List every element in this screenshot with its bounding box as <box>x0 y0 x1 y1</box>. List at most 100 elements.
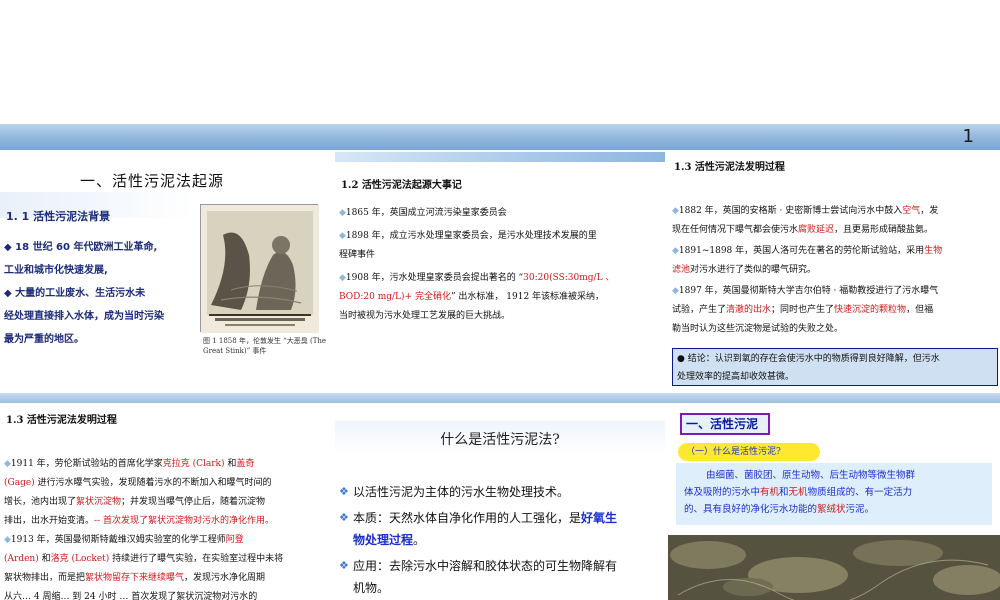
text-span: 1911 年，劳伦斯试验站的首席化学家 <box>10 459 163 469</box>
text-span: 1897 年，英国曼彻斯特大学吉尔伯特 · 福勒教授进行了污水曝气 <box>678 286 939 296</box>
text-span: 对污水进行了类似的曝气研究。 <box>690 265 817 275</box>
highlight-text: (Gage) <box>4 478 35 488</box>
invention-history-cont: ◆1911 年，劳伦斯试验站的首席化学家克拉克 (Clark) 和盖奇 (Gag… <box>4 455 330 600</box>
text-span: 进行污水曝气实验，发现随着污水的不断加入和曝气时间的 <box>34 478 272 488</box>
highlight-text: 清澈的出水 <box>726 305 772 315</box>
definition-box: 由细菌、菌胶团、原生动物、后生动物等微生物群 体及吸附的污水中有机和无机物质组成… <box>676 463 992 525</box>
application-item: ❖ 应用：去除污水中溶解和胶体状态的可生物降解有 机物。 <box>339 555 653 599</box>
diamond-bullet-icon: ❖ <box>339 559 349 572</box>
slide-panel-origin[interactable]: 一、活性污泥法起源 1. 1 活性污泥法背景 ◆ 18 世纪 60 年代欧洲工业… <box>0 152 332 390</box>
conclusion-text: ● 结论：认识到氧的存在会使污水中的物质得到良好降解，但污水 <box>677 354 940 364</box>
panel-top-strip <box>335 152 665 162</box>
text-span: 排出，出水开始变清。 <box>4 516 95 526</box>
text-span: ；并发现当曝气停止后，随着沉淀物 <box>121 497 266 507</box>
highlight-text: 阿登 <box>225 535 244 545</box>
highlight-text: 物处理过程 <box>353 533 414 547</box>
diamond-bullet-icon: ◆ <box>672 246 679 256</box>
text-span: 。 <box>413 533 426 547</box>
highlight-text: 絮绒状 <box>817 504 846 515</box>
highlight-text: 盖奇 <box>236 459 255 469</box>
text-span: 体及吸附的污水中 <box>684 487 761 498</box>
text-span: 勒当时认为这些沉淀物是试验的失败之处。 <box>672 324 844 334</box>
text-span: 和 <box>779 487 789 498</box>
highlight-text: 快速沉淀的颗粒物 <box>834 305 907 315</box>
text-line: 经处理直接排入水体，成为当时污染 <box>4 311 164 322</box>
text-span: 由细菌、菌胶团、原生动物、后生动物等微生物群 <box>706 470 916 481</box>
section-heading: 1.2 活性污泥法起源大事记 <box>341 180 462 191</box>
text-span: ，但福 <box>906 305 934 315</box>
text-line: ◆ 大量的工业废水、生活污水未 <box>4 288 146 299</box>
section-tag: 一、活性污泥 <box>680 413 770 435</box>
highlight-text: 生物 <box>924 246 943 256</box>
text-span: 本质：天然水体自净化作用的人工强化，是 <box>353 511 582 525</box>
text-span: ，且更易形成硝酸盐氨。 <box>834 225 934 235</box>
text-span: 和 <box>38 554 51 564</box>
highlight-text: 有机 <box>760 487 780 498</box>
highlight-text: 絮状沉淀物 <box>76 497 122 507</box>
text-span: 和 <box>224 459 237 469</box>
milestone-1908: 1908 年，污水处理皇家委员会提出著名的 “ <box>345 273 524 283</box>
diamond-bullet-icon: ❖ <box>339 511 349 524</box>
slide-panel-invention[interactable]: 1.3 活性污泥法发明过程 ◆1882 年，英国的安格斯 · 史密斯博士尝试向污… <box>668 152 1000 390</box>
page-number: 1 <box>962 126 974 147</box>
slide-title: 一、活性污泥法起源 <box>80 172 225 190</box>
diamond-bullet-icon: ◆ <box>4 459 11 469</box>
top-banner: 1 <box>0 124 1000 150</box>
microscope-sludge-image <box>668 535 1000 600</box>
highlight-text: (Arden) <box>4 554 39 564</box>
milestone-1898: 1898 年，成立污水处理皇家委员会，是污水处理技术发展的里 <box>345 231 597 241</box>
milestone-list: ◆1865 年，英国成立河流污染皇家委员会 ◆1898 年，成立污水处理皇家委员… <box>339 204 661 326</box>
background-text: ◆ 18 世纪 60 年代欧洲工业革命, 工业和城市化快速发展, ◆ 大量的工业… <box>4 236 194 351</box>
slide-panel-definition[interactable]: 什么是活性污泥法? ❖ 以活性污泥为主体的污水生物处理技术。 ❖ 本质：天然水体自净… <box>335 403 665 600</box>
text-span: 絮状物排出，而是把 <box>4 573 86 583</box>
diamond-bullet-icon: ◆ <box>4 535 11 545</box>
text-span: ，发 <box>920 206 939 216</box>
text-span: 1913 年，英国曼彻斯特戴维汉姆实验室的化学工程师 <box>10 535 226 545</box>
text-span: 机物。 <box>353 581 390 595</box>
text-span: 物质组成的、有一定活力 <box>807 487 913 498</box>
diamond-bullet-icon: ◆ <box>672 206 679 216</box>
section-heading: 1.3 活性污泥法发明过程 <box>674 162 785 173</box>
invention-history: ◆1882 年，英国的安格斯 · 史密斯博士尝试向污水中鼓入空气，发 现在任何情… <box>672 202 998 339</box>
highlight-text: 空气 <box>902 206 921 216</box>
diamond-bullet-icon: ◆ <box>339 273 346 283</box>
milestone-1865: 1865 年，英国成立河流污染皇家委员会 <box>345 208 507 218</box>
text-span: 以活性污泥为主体的污水生物处理技术。 <box>353 485 570 499</box>
highlight-text: 滤池 <box>672 265 691 275</box>
text-span: 1891~1898 年，英国人洛可先在著名的劳伦斯试验站，采用 <box>678 246 925 256</box>
text-span: 试验，产生了 <box>672 305 727 315</box>
question-pill: （一）什么是活性污泥? <box>678 443 820 461</box>
text-line: ◆ 18 世纪 60 年代欧洲工业革命, <box>4 242 158 253</box>
text-line: 最为严重的地区。 <box>4 334 84 345</box>
slide-title: 什么是活性污泥法? <box>440 432 560 448</box>
highlight-text: 腐败延迟 <box>798 225 835 235</box>
text-span: 应用：去除污水中溶解和胶体状态的可生物降解有 <box>353 559 618 573</box>
slide-panel-invention-2[interactable]: 1.3 活性污泥法发明过程 ◆1911 年，劳伦斯试验站的首席化学家克拉克 (C… <box>0 403 332 600</box>
text-span: 从六… 4 周缩… 到 24 小时 … 首次发现了絮状沉淀物对污水的 <box>4 592 258 600</box>
definition-item: ❖ 以活性污泥为主体的污水生物处理技术。 <box>339 481 653 503</box>
section-subtitle: 1. 1 活性污泥法背景 <box>6 210 111 223</box>
highlight-text: -- 首次发现了絮状沉淀物对污水的净化作用。 <box>94 516 274 526</box>
text-span: 增长，池内出现了 <box>4 497 77 507</box>
highlight-text: 絮状物留存下来继续曝气 <box>85 573 185 583</box>
highlight-text: 洛克 (Locket) <box>50 554 110 564</box>
text-span: 1882 年，英国的安格斯 · 史密斯博士尝试向污水中鼓入 <box>678 206 903 216</box>
standard-highlight: 30:20(SS:30mg/L 、 <box>523 273 615 283</box>
text-span: ，发现污水净化周期 <box>184 573 266 583</box>
great-stink-cartoon-image <box>200 204 319 333</box>
milestone-1898-cont: 程碑事件 <box>339 250 376 260</box>
slide-panel-milestones[interactable]: 1.2 活性污泥法起源大事记 ◆1865 年，英国成立河流污染皇家委员会 ◆18… <box>335 152 665 390</box>
middle-banner <box>0 393 1000 403</box>
slide-panel-activated-sludge[interactable]: 一、活性污泥 （一）什么是活性污泥? 由细菌、菌胶团、原生动物、后生动物等微生物… <box>668 403 1000 600</box>
conclusion-text: 处理效率的提高却收效甚微。 <box>677 372 795 382</box>
milestone-1908-cont: ” 出水标准， 1912 年该标准被采纳， <box>450 292 605 302</box>
standard-highlight: BOD:20 mg/L)+ 完全硝化 <box>339 292 451 302</box>
diamond-bullet-icon: ◆ <box>339 231 346 241</box>
milestone-1908-cont: 当时被视为污水处理工艺发展的巨大挑战。 <box>339 311 511 321</box>
section-heading: 1.3 活性污泥法发明过程 <box>6 415 117 426</box>
essence-item: ❖ 本质：天然水体自净化作用的人工强化，是好氧生 物处理过程。 <box>339 507 653 551</box>
text-span: 现在任何情况下曝气都会使污水 <box>672 225 799 235</box>
highlight-text: 无机 <box>788 487 808 498</box>
diamond-bullet-icon: ◆ <box>672 286 679 296</box>
conclusion-box: ● 结论：认识到氧的存在会使污水中的物质得到良好降解，但污水 处理效率的提高却收… <box>672 348 998 386</box>
